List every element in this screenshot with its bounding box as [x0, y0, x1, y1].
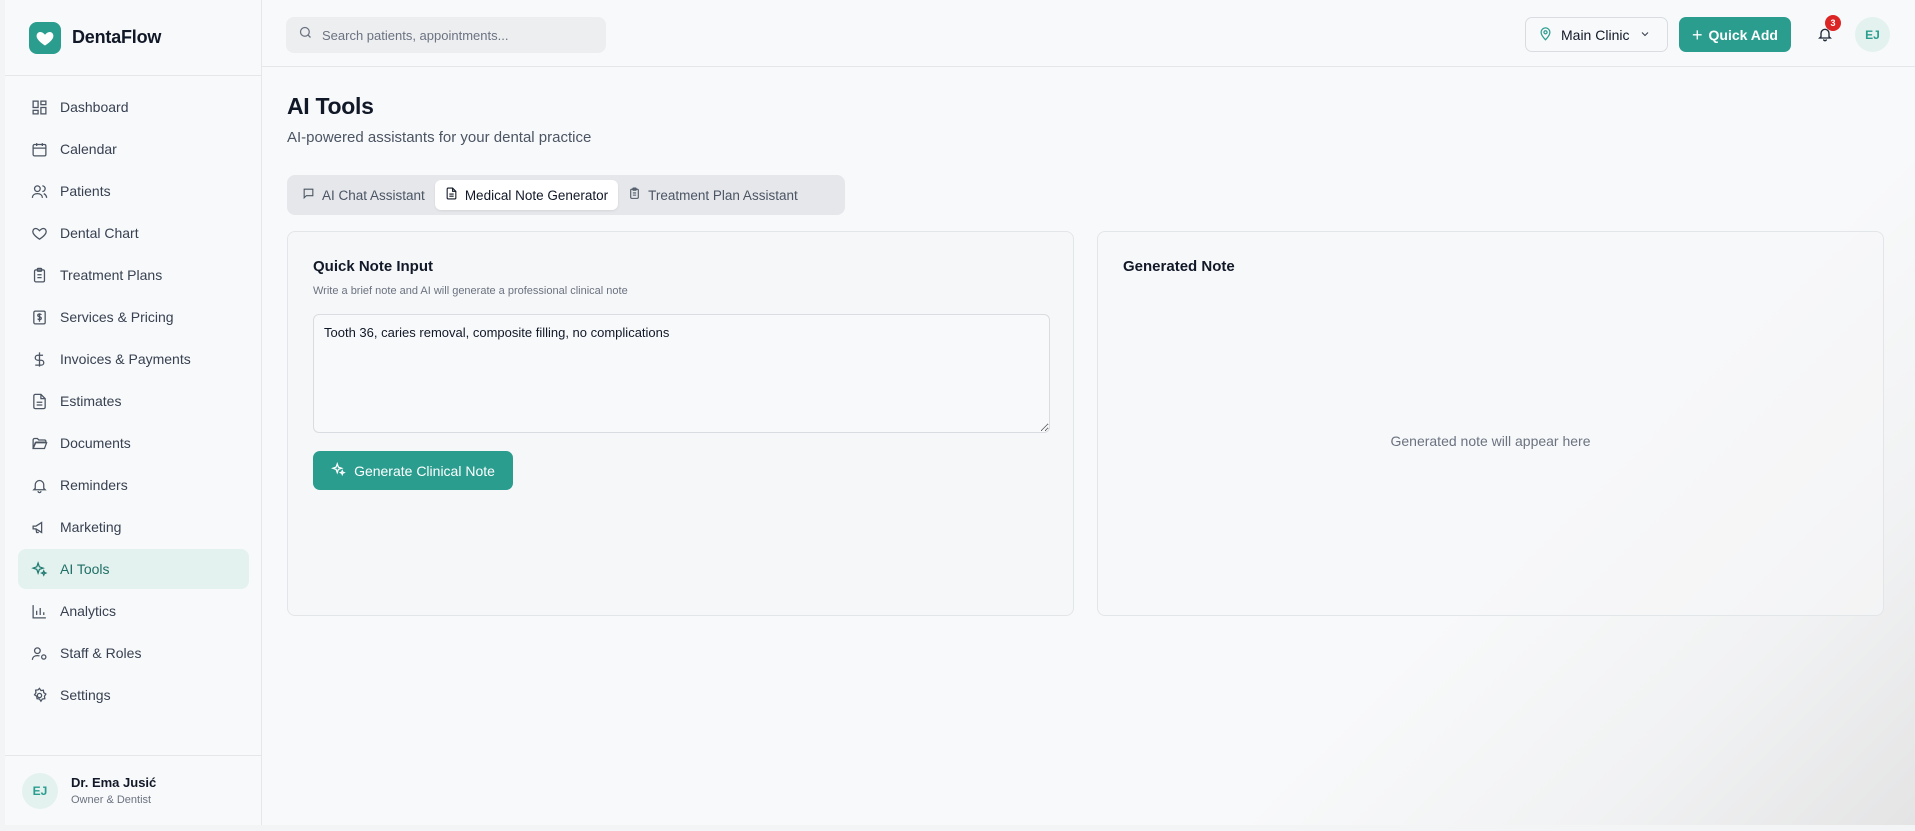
- card-title: Quick Note Input: [313, 258, 433, 275]
- page-subtitle: AI-powered assistants for your dental pr…: [287, 129, 592, 146]
- quick-note-input-card: Quick Note Input Write a brief note and …: [287, 231, 1074, 616]
- sidebar-item-label: Documents: [60, 435, 131, 451]
- dashboard-icon: [30, 98, 48, 116]
- sidebar-item-ai-tools[interactable]: AI Tools: [18, 549, 249, 589]
- sidebar-item-reminders[interactable]: Reminders: [18, 465, 249, 505]
- notification-count-badge: 3: [1825, 15, 1841, 31]
- sidebar-item-label: AI Tools: [60, 561, 110, 577]
- message-icon: [302, 187, 315, 203]
- sidebar-item-settings[interactable]: Settings: [18, 675, 249, 715]
- avatar: EJ: [22, 772, 58, 809]
- user-name: Dr. Ema Jusić: [71, 775, 157, 790]
- search-icon: [298, 25, 313, 45]
- generated-note-card: Generated Note Generated note will appea…: [1097, 231, 1884, 616]
- generate-clinical-note-button[interactable]: Generate Clinical Note: [313, 451, 513, 490]
- quick-add-label: Quick Add: [1708, 26, 1779, 43]
- user-cog-icon: [30, 644, 48, 662]
- sidebar-item-label: Services & Pricing: [60, 309, 174, 325]
- sidebar-item-staff-roles[interactable]: Staff & Roles: [18, 633, 249, 673]
- brand-name: DentaFlow: [72, 27, 162, 47]
- page-title: AI Tools: [287, 93, 374, 119]
- app-window: DentaFlow Dashboard Calendar Patients De…: [5, 0, 1915, 825]
- logo-heart-icon: [29, 21, 61, 54]
- sidebar-item-label: Settings: [60, 687, 111, 703]
- sparkles-icon: [30, 560, 48, 578]
- generated-note-placeholder: Generated note will appear here: [1390, 433, 1591, 449]
- tool-tabs: AI Chat Assistant Medical Note Generator…: [287, 175, 845, 215]
- sidebar-item-dashboard[interactable]: Dashboard: [18, 87, 249, 127]
- sidebar-item-label: Estimates: [60, 393, 122, 409]
- map-pin-icon: [1538, 26, 1553, 44]
- calendar-icon: [30, 140, 48, 158]
- tab-medical-note-generator[interactable]: Medical Note Generator: [434, 180, 619, 210]
- tab-label: AI Chat Assistant: [322, 187, 425, 203]
- sidebar-nav: Dashboard Calendar Patients Dental Chart…: [5, 76, 261, 715]
- search-bar[interactable]: [286, 17, 606, 53]
- sidebar-item-label: Patients: [60, 183, 111, 199]
- sidebar-item-label: Invoices & Payments: [60, 351, 191, 367]
- sidebar-item-analytics[interactable]: Analytics: [18, 591, 249, 631]
- tab-treatment-plan-assistant[interactable]: Treatment Plan Assistant: [618, 180, 808, 210]
- chevron-down-icon: [1639, 27, 1651, 43]
- sidebar-item-dental-chart[interactable]: Dental Chart: [18, 213, 249, 253]
- bar-chart-icon: [30, 602, 48, 620]
- note-textarea[interactable]: Tooth 36, caries removal, composite fill…: [313, 314, 1050, 433]
- sidebar-item-invoices-payments[interactable]: Invoices & Payments: [18, 339, 249, 379]
- sidebar-item-calendar[interactable]: Calendar: [18, 129, 249, 169]
- sidebar: DentaFlow Dashboard Calendar Patients De…: [5, 0, 262, 825]
- header-avatar[interactable]: EJ: [1855, 17, 1890, 52]
- clipboard-icon: [628, 187, 641, 203]
- sidebar-item-label: Dashboard: [60, 99, 129, 115]
- sparkles-icon: [331, 461, 346, 480]
- tab-ai-chat-assistant[interactable]: AI Chat Assistant: [292, 180, 435, 210]
- quick-add-button[interactable]: + Quick Add: [1679, 17, 1791, 52]
- clipboard-icon: [30, 266, 48, 284]
- sidebar-item-treatment-plans[interactable]: Treatment Plans: [18, 255, 249, 295]
- megaphone-icon: [30, 518, 48, 536]
- heart-icon: [30, 224, 48, 242]
- sidebar-item-label: Reminders: [60, 477, 128, 493]
- folder-icon: [30, 434, 48, 452]
- users-icon: [30, 182, 48, 200]
- sidebar-item-label: Staff & Roles: [60, 645, 142, 661]
- bell-icon: [30, 476, 48, 494]
- clinic-select[interactable]: Main Clinic: [1525, 17, 1668, 52]
- tab-label: Medical Note Generator: [464, 187, 609, 203]
- card-title: Generated Note: [1123, 258, 1235, 275]
- sidebar-item-services-pricing[interactable]: Services & Pricing: [18, 297, 249, 337]
- user-role: Owner & Dentist: [71, 794, 152, 806]
- user-profile-card[interactable]: EJ Dr. Ema Jusić Owner & Dentist: [5, 755, 262, 825]
- sidebar-item-patients[interactable]: Patients: [18, 171, 249, 211]
- file-text-icon: [30, 392, 48, 410]
- sidebar-item-label: Analytics: [60, 603, 117, 619]
- file-icon: [445, 187, 458, 203]
- generate-button-label: Generate Clinical Note: [354, 462, 495, 479]
- sidebar-item-marketing[interactable]: Marketing: [18, 507, 249, 547]
- plus-icon: +: [1691, 24, 1703, 45]
- sidebar-item-label: Dental Chart: [60, 225, 139, 241]
- sidebar-item-estimates[interactable]: Estimates: [18, 381, 249, 421]
- brand[interactable]: DentaFlow: [5, 0, 261, 76]
- sidebar-item-label: Marketing: [60, 519, 122, 535]
- top-header: Main Clinic + Quick Add 3 EJ: [262, 0, 1915, 67]
- receipt-icon: [30, 308, 48, 326]
- dollar-icon: [30, 350, 48, 368]
- card-description: Write a brief note and AI will generate …: [313, 285, 628, 297]
- gear-icon: [30, 686, 48, 704]
- sidebar-item-label: Treatment Plans: [60, 267, 163, 283]
- clinic-select-value: Main Clinic: [1561, 26, 1630, 43]
- tab-label: Treatment Plan Assistant: [648, 187, 798, 203]
- search-input[interactable]: [322, 27, 592, 43]
- sidebar-item-documents[interactable]: Documents: [18, 423, 249, 463]
- sidebar-item-label: Calendar: [60, 141, 117, 157]
